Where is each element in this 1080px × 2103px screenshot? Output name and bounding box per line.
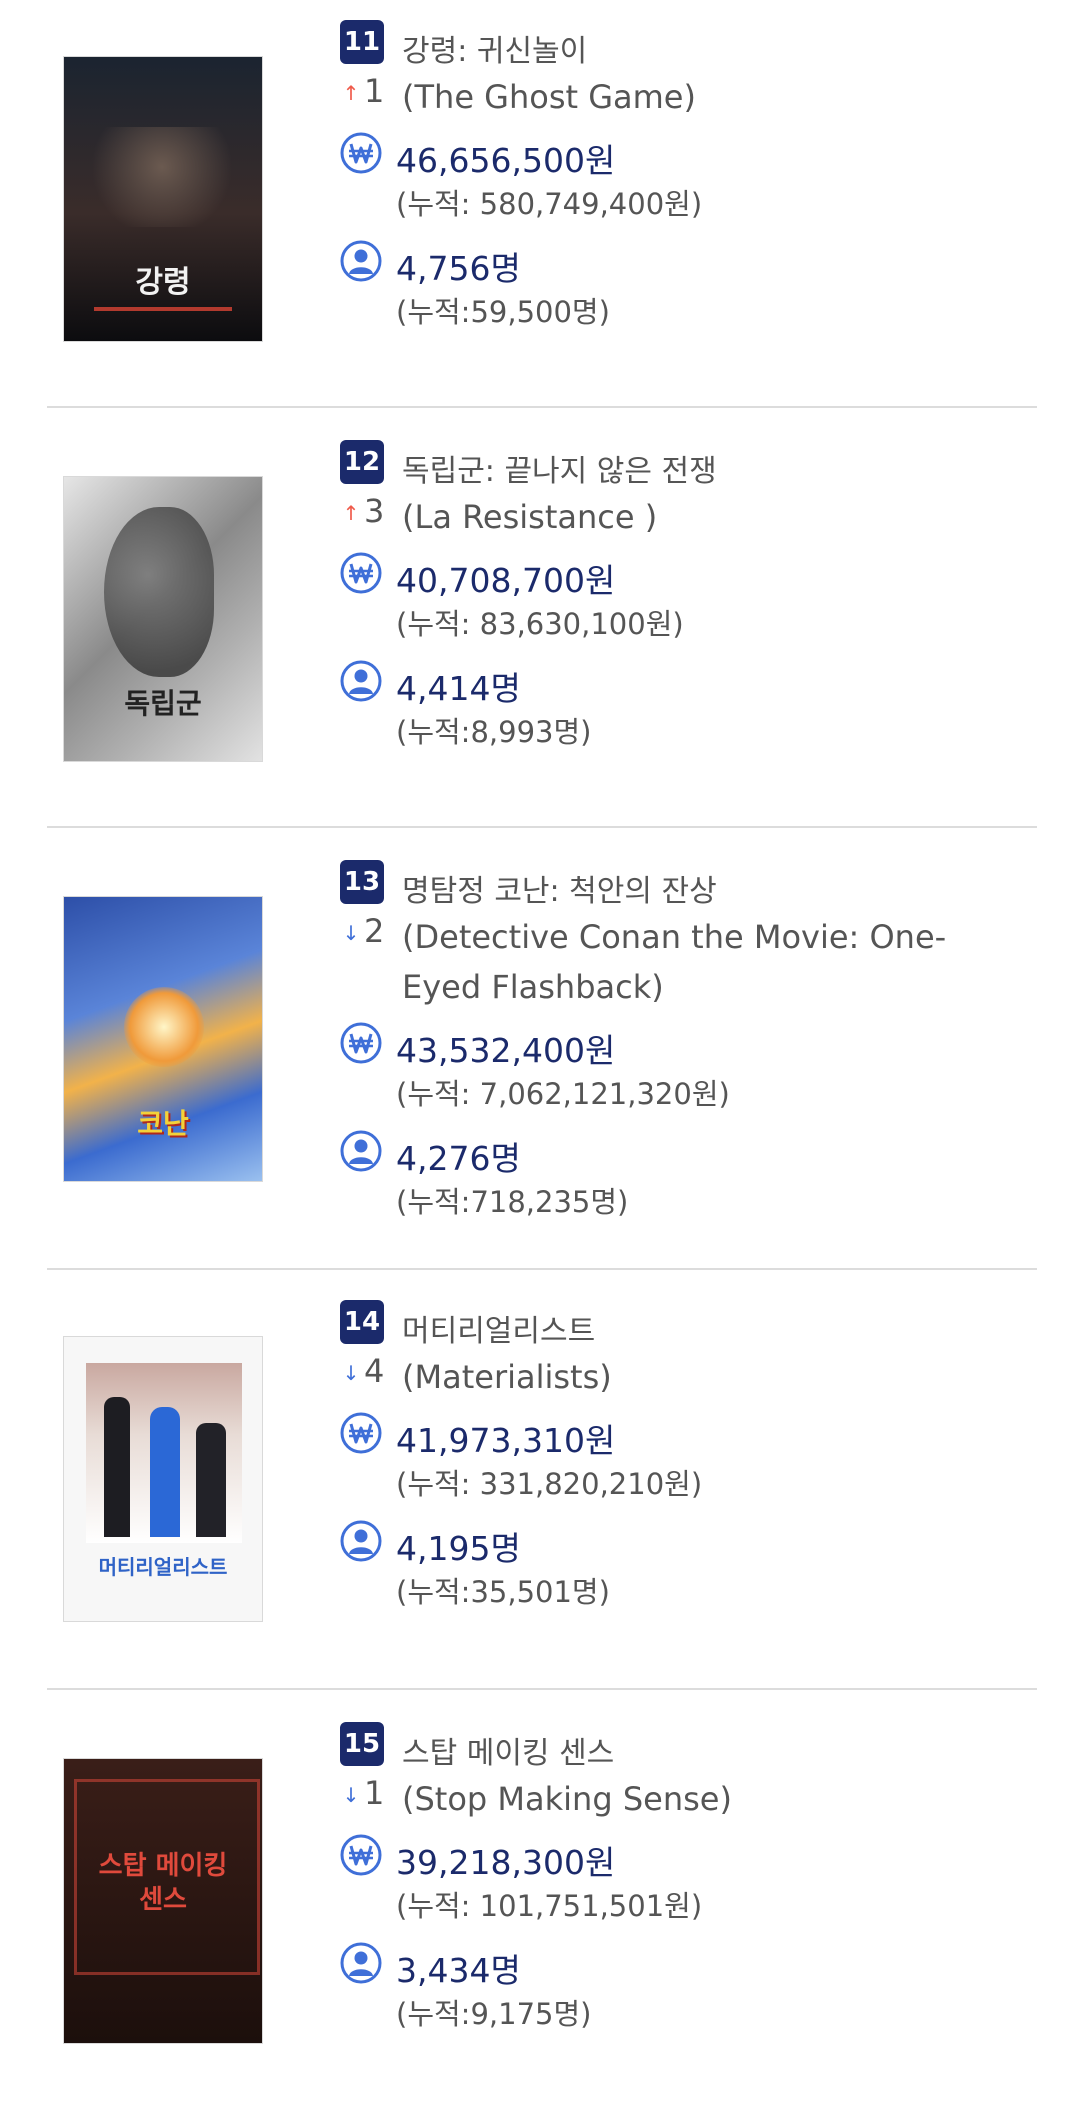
audience-total: (누적:8,993명) <box>396 715 592 749</box>
title-english: (The Ghost Game) <box>402 78 696 116</box>
divider <box>47 826 1037 828</box>
rank-badge: 12 <box>340 440 384 484</box>
rank-badge: 11 <box>340 20 384 64</box>
arrow-down-icon: ↓ <box>342 1361 360 1385</box>
poster-title: 스탑 메이킹 센스 <box>98 1851 228 1915</box>
movie-info: 13 명탐정 코난: 척안의 잔상 ↓ 2 (Detective Conan t… <box>340 860 1040 1228</box>
poster-title: 코난 <box>137 1107 189 1140</box>
audience-total: (누적:718,235명) <box>396 1185 629 1219</box>
title-korean[interactable]: 스탑 메이킹 센스 <box>402 1728 614 1772</box>
audience-count: 4,414명 <box>396 669 521 708</box>
won-coin-icon <box>340 132 382 174</box>
audience-count: 4,276명 <box>396 1139 521 1178</box>
movie-info: 15 스탑 메이킹 센스 ↓ 1 (Stop Making Sense) 39,… <box>340 1722 1040 2040</box>
title-korean[interactable]: 명탐정 코난: 척안의 잔상 <box>402 866 717 910</box>
movie-poster[interactable]: 머티리얼리스트 <box>63 1336 263 1622</box>
person-icon <box>340 1942 382 1984</box>
arrow-up-icon: ↑ <box>342 81 360 105</box>
movie-info: 11 강령: 귀신놀이 ↑ 1 (The Ghost Game) 46,656,… <box>340 20 1040 338</box>
audience-count: 4,756명 <box>396 249 521 288</box>
arrow-up-icon: ↑ <box>342 501 360 525</box>
movie-info: 14 머티리얼리스트 ↓ 4 (Materialists) 41,973,310… <box>340 1300 1040 1618</box>
person-icon <box>340 1520 382 1562</box>
rank-badge: 13 <box>340 860 384 904</box>
audience-total: (누적:9,175명) <box>396 1997 592 2031</box>
rank-change: 3 <box>364 492 385 530</box>
arrow-down-icon: ↓ <box>342 921 360 945</box>
boxoffice-list: 강령 11 강령: 귀신놀이 ↑ 1 (The Ghost Game) 46,6… <box>0 0 1080 2103</box>
won-coin-icon <box>340 1834 382 1876</box>
sales-total: (누적: 7,062,121,320원) <box>396 1077 730 1111</box>
sales-amount: 41,973,310원 <box>396 1421 616 1460</box>
audience-total: (누적:59,500명) <box>396 295 610 329</box>
sales-amount: 43,532,400원 <box>396 1031 616 1070</box>
sales-total: (누적: 331,820,210원) <box>396 1467 703 1501</box>
rank-badge: 15 <box>340 1722 384 1766</box>
poster-title: 독립군 <box>124 687 202 720</box>
won-coin-icon <box>340 1022 382 1064</box>
poster-title: 머티리얼리스트 <box>98 1555 228 1579</box>
movie-info: 12 독립군: 끝나지 않은 전쟁 ↑ 3 (La Resistance ) 4… <box>340 440 1040 758</box>
rank-change: 4 <box>364 1352 385 1390</box>
title-english: (Materialists) <box>402 1358 612 1396</box>
poster-title: 강령 <box>135 265 191 300</box>
title-korean[interactable]: 머티리얼리스트 <box>402 1306 595 1350</box>
movie-poster[interactable]: 강령 <box>63 56 263 342</box>
rank-badge: 14 <box>340 1300 384 1344</box>
person-icon <box>340 660 382 702</box>
title-english: (La Resistance ) <box>402 498 658 536</box>
sales-amount: 40,708,700원 <box>396 561 616 600</box>
title-english: (Detective Conan the Movie: One-Eyed Fla… <box>402 918 947 1006</box>
movie-poster[interactable]: 독립군 <box>63 476 263 762</box>
arrow-down-icon: ↓ <box>342 1783 360 1807</box>
won-coin-icon <box>340 552 382 594</box>
audience-total: (누적:35,501명) <box>396 1575 610 1609</box>
divider <box>47 1688 1037 1690</box>
audience-count: 4,195명 <box>396 1529 521 1568</box>
sales-amount: 39,218,300원 <box>396 1843 616 1882</box>
title-korean[interactable]: 강령: 귀신놀이 <box>402 26 587 70</box>
sales-amount: 46,656,500원 <box>396 141 616 180</box>
movie-poster[interactable]: 코난 <box>63 896 263 1182</box>
divider <box>47 406 1037 408</box>
audience-count: 3,434명 <box>396 1951 521 1990</box>
title-korean[interactable]: 독립군: 끝나지 않은 전쟁 <box>402 446 717 490</box>
sales-total: (누적: 101,751,501원) <box>396 1889 703 1923</box>
movie-poster[interactable]: 스탑 메이킹 센스 <box>63 1758 263 2044</box>
person-icon <box>340 240 382 282</box>
person-icon <box>340 1130 382 1172</box>
rank-change: 2 <box>364 912 385 950</box>
rank-change: 1 <box>364 72 385 110</box>
title-english: (Stop Making Sense) <box>402 1780 732 1818</box>
sales-total: (누적: 580,749,400원) <box>396 187 703 221</box>
won-coin-icon <box>340 1412 382 1454</box>
rank-change: 1 <box>364 1774 385 1812</box>
sales-total: (누적: 83,630,100원) <box>396 607 684 641</box>
divider <box>47 1268 1037 1270</box>
